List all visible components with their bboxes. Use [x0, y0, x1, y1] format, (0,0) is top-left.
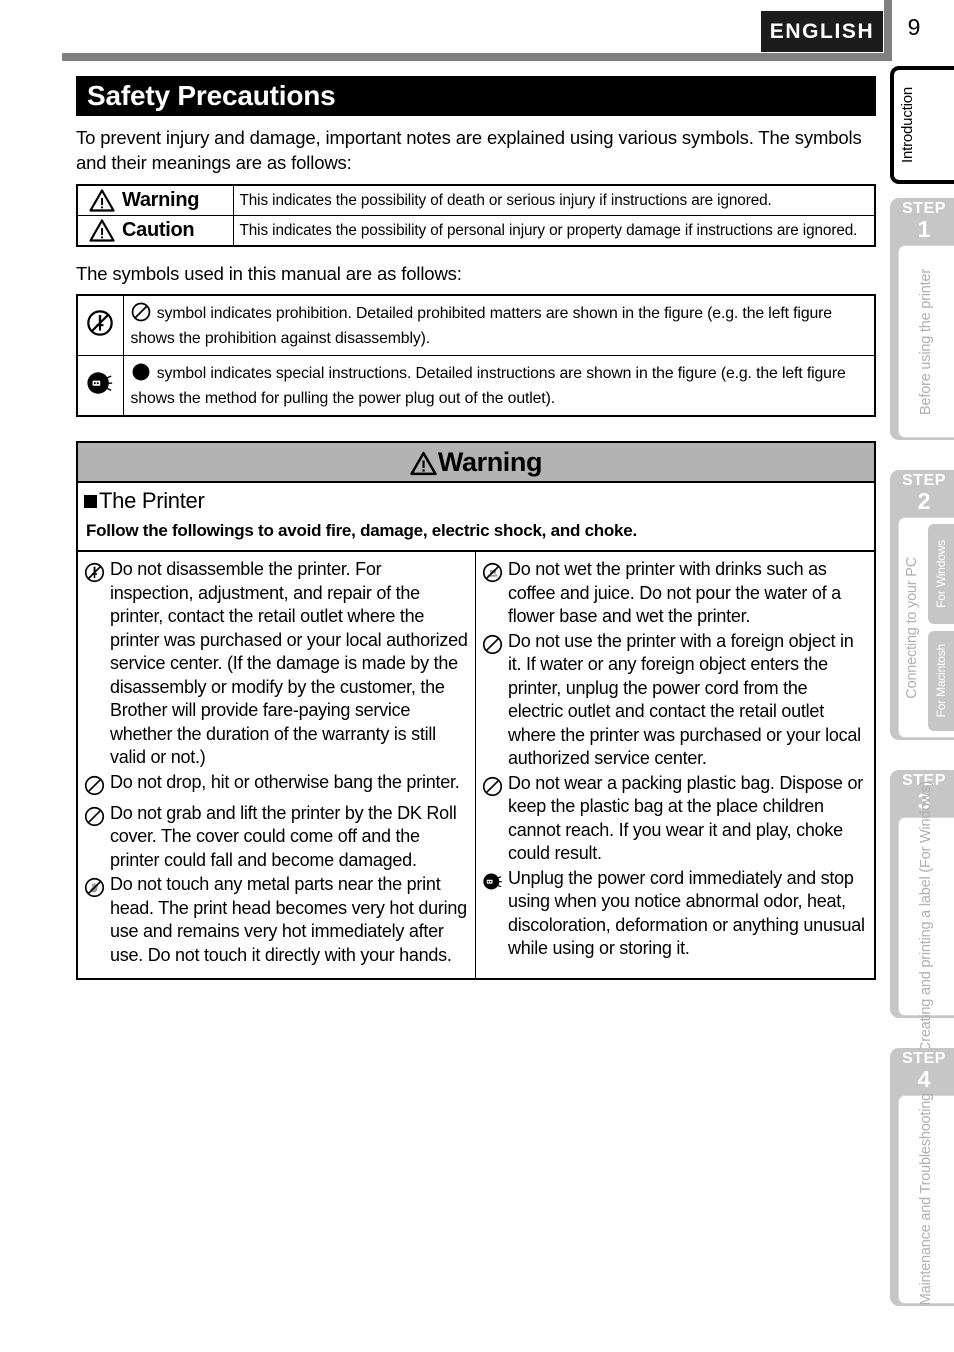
sidebar-item-label: Maintenance and Troubleshooting	[918, 1093, 934, 1306]
warning-subheading: The Printer	[78, 483, 874, 516]
language-badge: ENGLISH	[761, 11, 883, 52]
list-item-text: Unplug the power cord immediately and st…	[508, 867, 865, 959]
sidebar-item-step-3[interactable]: STEP 3 Creating and printing a label (Fo…	[890, 770, 954, 1052]
list-item-text: Do not touch any metal parts near the pr…	[110, 874, 467, 965]
no-touch-hand-icon	[84, 873, 107, 903]
subtab-for-windows[interactable]: For Windows	[928, 524, 954, 624]
page-title: Safety Precautions	[76, 76, 876, 116]
warning-left-column: Do not disassemble the printer. For insp…	[78, 552, 476, 978]
subtab-label: For Windows	[933, 540, 948, 608]
main-content: Safety Precautions To prevent injury and…	[76, 76, 876, 980]
page-number: 9	[907, 14, 921, 40]
step-number: 4	[917, 1066, 931, 1092]
warning-triangle-icon	[89, 219, 115, 242]
sidebar-item-step-2[interactable]: STEP 2 Connecting to your PC For Windows…	[890, 470, 954, 740]
list-item-text: Do not wet the printer with drinks such …	[508, 559, 841, 626]
symbol-description-cell: symbol indicates special instructions. D…	[122, 355, 876, 417]
header-divider-rule	[62, 53, 888, 61]
definition-label: Warning	[122, 189, 200, 211]
symbol-icon-cell	[76, 294, 124, 356]
no-disassembly-icon	[86, 310, 114, 341]
list-item: Do not grab and lift the printer by the …	[84, 802, 468, 873]
sidebar-item-introduction[interactable]: Introduction	[890, 66, 954, 184]
table-row: Warning This indicates the possibility o…	[76, 184, 876, 216]
step-2-body[interactable]: Connecting to your PC For Windows For Ma…	[898, 517, 954, 738]
sidebar-item-label: Creating and printing a label (For Windo…	[918, 780, 934, 1053]
step-4-header: STEP 4	[890, 1048, 954, 1095]
list-item-text: Do not grab and lift the printer by the …	[110, 802, 457, 870]
list-item: Do not wear a packing plastic bag. Dispo…	[482, 772, 867, 866]
symbol-table: symbol indicates prohibition. Detailed p…	[76, 294, 876, 417]
prohibition-icon	[84, 771, 107, 801]
unplug-power-plug-icon	[482, 867, 505, 897]
list-item: Do not disassemble the printer. For insp…	[84, 558, 468, 770]
sidebar-item-step-1[interactable]: STEP 1 Before using the printer	[890, 198, 954, 440]
warning-columns: Do not disassemble the printer. For insp…	[78, 552, 874, 978]
list-item-text: Do not use the printer with a foreign ob…	[508, 630, 861, 769]
intro-paragraph: To prevent injury and damage, important …	[76, 127, 862, 173]
no-disassembly-icon	[84, 558, 107, 588]
symbol-description: symbol indicates prohibition. Detailed p…	[130, 305, 833, 347]
list-item: Do not drop, hit or otherwise bang the p…	[84, 771, 468, 801]
step-number: 1	[917, 216, 931, 242]
no-liquid-icon	[482, 558, 505, 588]
warning-triangle-icon	[89, 189, 115, 212]
warning-subheading-text: The Printer	[99, 488, 205, 513]
warning-follow-line: Follow the followings to avoid fire, dam…	[78, 516, 874, 552]
step-1-header: STEP 1	[890, 198, 954, 245]
list-item: Unplug the power cord immediately and st…	[482, 867, 867, 961]
list-item-text: Do not disassemble the printer. For insp…	[110, 559, 468, 767]
definition-table: Warning This indicates the possibility o…	[76, 184, 876, 247]
unplug-power-plug-icon	[86, 372, 114, 401]
definition-description: This indicates the possibility of person…	[232, 215, 876, 247]
prohibition-icon	[84, 802, 107, 832]
warning-right-column: Do not wet the printer with drinks such …	[476, 552, 874, 978]
sidebar-item-label: Introduction	[899, 87, 916, 163]
table-row: symbol indicates special instructions. D…	[76, 355, 876, 417]
list-item: Do not use the printer with a foreign ob…	[482, 630, 867, 771]
sidebar-item-label: Connecting to your PC	[904, 556, 920, 699]
symbol-description-cell: symbol indicates prohibition. Detailed p…	[122, 294, 876, 356]
list-item-text: Do not wear a packing plastic bag. Dispo…	[508, 772, 863, 864]
symbols-lead-paragraph: The symbols used in this manual are as f…	[76, 263, 462, 284]
warning-box: Warning The Printer Follow the following…	[76, 441, 876, 980]
sidebar-item-label: Before using the printer	[918, 268, 934, 415]
list-item: Do not wet the printer with drinks such …	[482, 558, 867, 629]
definition-description: This indicates the possibility of death …	[232, 184, 876, 216]
prohibition-icon	[131, 302, 155, 326]
subtab-label: For Macintosh	[933, 644, 948, 718]
bullet-square-icon	[84, 494, 97, 508]
step-3-body[interactable]: Creating and printing a label (For Windo…	[898, 781, 954, 1052]
header-divider-rule-right	[884, 0, 892, 61]
warning-box-header: Warning	[78, 443, 874, 483]
sidebar-item-step-4[interactable]: STEP 4 Maintenance and Troubleshooting	[890, 1048, 954, 1306]
step-number: 2	[917, 488, 931, 514]
step-2-header: STEP 2	[890, 470, 954, 517]
definition-label-cell: Warning	[76, 184, 234, 216]
table-row: Caution This indicates the possibility o…	[76, 215, 876, 247]
table-row: symbol indicates prohibition. Detailed p…	[76, 294, 876, 356]
subtab-for-macintosh[interactable]: For Macintosh	[928, 631, 954, 731]
definition-label-cell: Caution	[76, 215, 234, 247]
step-1-body[interactable]: Before using the printer	[898, 245, 954, 438]
symbol-icon-cell	[76, 355, 124, 417]
definition-label: Caution	[122, 219, 195, 241]
prohibition-icon	[482, 630, 505, 660]
filled-circle-icon	[131, 363, 155, 386]
list-item: Do not touch any metal parts near the pr…	[84, 873, 468, 967]
prohibition-icon	[482, 772, 505, 802]
warning-triangle-icon	[410, 451, 437, 475]
list-item-text: Do not drop, hit or otherwise bang the p…	[110, 771, 460, 792]
page-header: ENGLISH 9	[0, 0, 954, 61]
step-4-body[interactable]: Maintenance and Troubleshooting	[898, 1093, 954, 1306]
warning-heading: Warning	[437, 446, 543, 477]
symbol-description: symbol indicates special instructions. D…	[130, 365, 846, 407]
